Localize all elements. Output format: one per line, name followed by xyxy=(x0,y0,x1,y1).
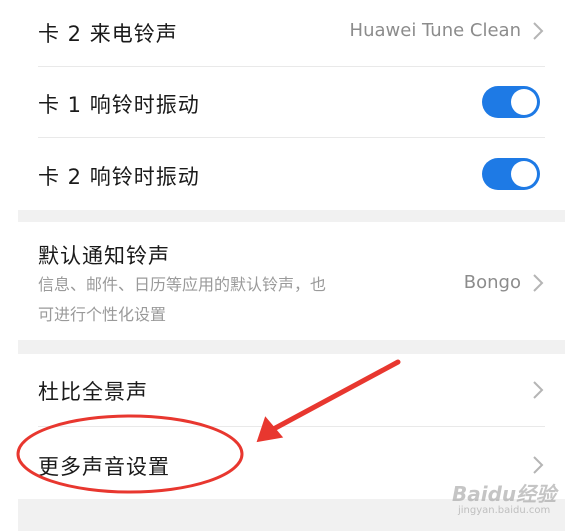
card1-vibrate-toggle[interactable] xyxy=(482,86,540,118)
card1-vibrate-row: 卡 1 响铃时振动 xyxy=(0,67,583,137)
card2-ringtone-row[interactable]: 卡 2 来电铃声 Huawei Tune Clean xyxy=(0,0,583,66)
card2-ringtone-label: 卡 2 来电铃声 xyxy=(38,22,178,46)
sound-settings-page: 卡 2 来电铃声 Huawei Tune Clean 卡 1 响铃时振动 卡 2… xyxy=(0,0,583,531)
card2-vibrate-label: 卡 2 响铃时振动 xyxy=(38,165,200,189)
toggle-knob xyxy=(511,89,537,115)
card2-vibrate-row: 卡 2 响铃时振动 xyxy=(0,138,583,210)
chevron-right-icon xyxy=(533,381,544,399)
default-notification-row[interactable]: 默认通知铃声 信息、邮件、日历等应用的默认铃声，也 可进行个性化设置 Bongo xyxy=(0,222,583,340)
chevron-right-icon xyxy=(533,22,544,40)
section-gap xyxy=(18,210,565,222)
chevron-right-icon xyxy=(533,456,544,474)
dolby-label: 杜比全景声 xyxy=(38,380,148,404)
default-notification-desc-1: 信息、邮件、日历等应用的默认铃声，也 xyxy=(38,275,327,294)
card2-vibrate-toggle[interactable] xyxy=(482,158,540,190)
card2-ringtone-value: Huawei Tune Clean xyxy=(349,20,521,41)
default-notification-value: Bongo xyxy=(463,272,521,293)
card1-vibrate-label: 卡 1 响铃时振动 xyxy=(38,93,200,117)
chevron-right-icon xyxy=(533,274,544,292)
section-gap xyxy=(18,340,565,354)
toggle-knob xyxy=(511,161,537,187)
more-sound-settings-label: 更多声音设置 xyxy=(38,455,170,479)
default-notification-desc-2: 可进行个性化设置 xyxy=(38,305,167,324)
watermark-brand: Baidu经验 xyxy=(452,482,557,506)
dolby-row[interactable]: 杜比全景声 xyxy=(0,354,583,426)
default-notification-label: 默认通知铃声 xyxy=(38,244,170,268)
watermark-url: jingyan.baidu.com xyxy=(458,505,551,516)
